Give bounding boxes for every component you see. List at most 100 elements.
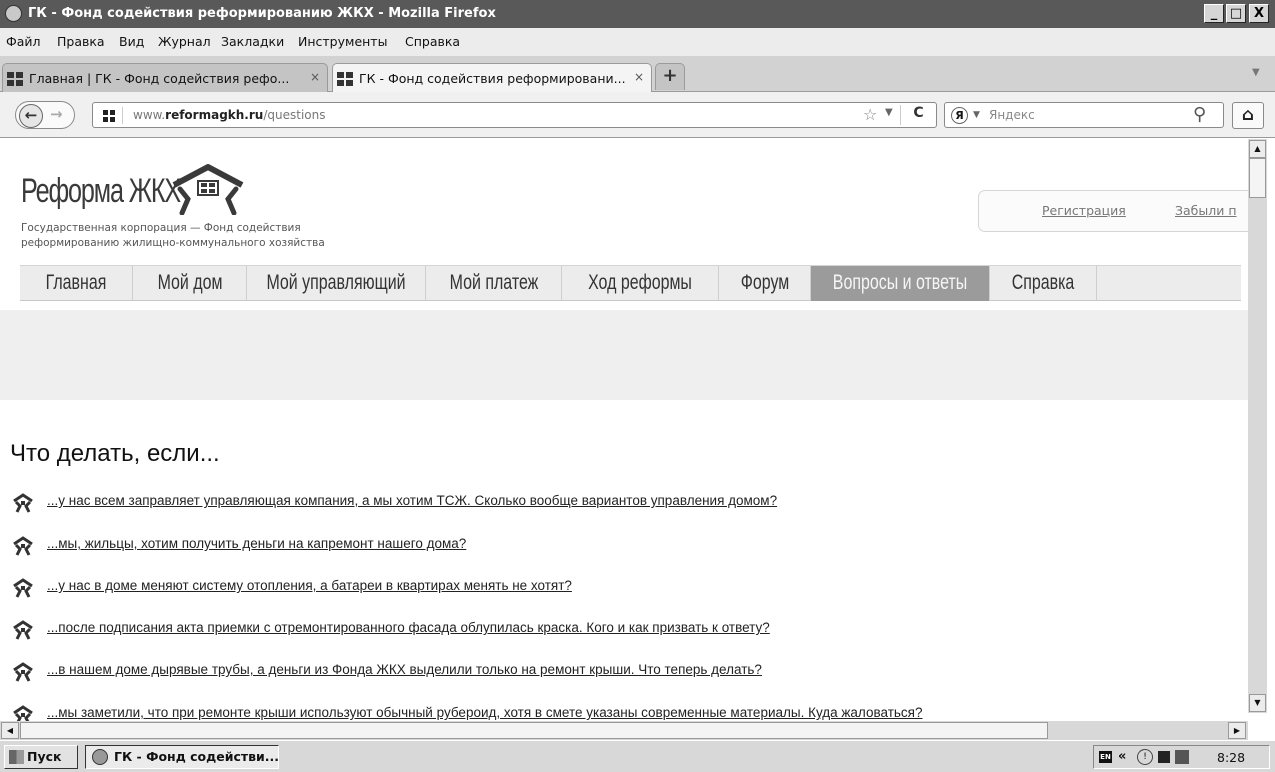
question-item[interactable]: ...после подписания акта приемки с отрем… <box>12 619 1232 641</box>
scroll-left-arrow-icon[interactable]: ◀ <box>1 722 19 739</box>
site-icon <box>7 72 23 86</box>
site-identity-icon[interactable] <box>97 107 123 124</box>
minimize-button[interactable]: _ <box>1204 4 1224 23</box>
security-shield-icon[interactable]: ! <box>1137 749 1153 765</box>
window-titlebar: ГК - Фонд содействия реформированию ЖКХ … <box>0 0 1275 28</box>
menu-help[interactable]: Справка <box>405 34 460 49</box>
url-dropdown-icon[interactable]: ▼ <box>885 107 893 118</box>
site-icon <box>337 72 353 86</box>
question-item[interactable]: ...мы, жильцы, хотим получить деньги на … <box>12 535 1232 557</box>
horizontal-scroll-thumb[interactable] <box>20 722 1048 739</box>
question-item[interactable]: ...мы заметили, что при ремонте крыши ис… <box>12 704 1232 721</box>
auth-box: Регистрация Забыли п <box>978 190 1248 232</box>
menu-bookmarks[interactable]: Закладки <box>221 34 284 49</box>
question-item[interactable]: ...у нас всем заправляет управляющая ком… <box>12 492 1232 514</box>
site-logo-title[interactable]: Реформа ЖКХ <box>21 172 181 211</box>
window-title: ГК - Фонд содействия реформированию ЖКХ … <box>28 6 496 21</box>
start-button[interactable]: Пуск <box>4 745 78 769</box>
page-content: Реформа ЖКХ Государственная корпорация —… <box>0 139 1248 721</box>
close-tab-icon[interactable]: × <box>310 70 320 84</box>
register-link[interactable]: Регистрация <box>1042 203 1126 218</box>
scroll-up-arrow-icon[interactable]: ▲ <box>1249 140 1266 158</box>
nav-item-home[interactable]: Главная <box>20 266 133 301</box>
maximize-button[interactable]: □ <box>1226 4 1246 23</box>
taskbar-window-label: ГК - Фонд содействи... <box>114 749 280 764</box>
menu-history[interactable]: Журнал <box>158 34 211 49</box>
clock: 8:28 <box>1217 750 1246 765</box>
vertical-scroll-thumb[interactable] <box>1249 158 1266 198</box>
logo-house-icon[interactable] <box>168 163 248 215</box>
question-link[interactable]: ...мы заметили, что при ремонте крыши ис… <box>47 705 922 720</box>
vertical-scrollbar[interactable]: ▲ ▼ <box>1248 139 1267 713</box>
start-label: Пуск <box>27 749 62 764</box>
forward-arrow-icon[interactable]: → <box>50 105 63 123</box>
tab-label: Главная | ГК - Фонд содействия рефо... <box>29 71 290 86</box>
question-link[interactable]: ...после подписания акта приемки с отрем… <box>47 620 770 635</box>
question-icon <box>13 493 33 513</box>
logo-subtitle-line-2: реформированию жилищно-коммунального хоз… <box>21 237 325 249</box>
new-tab-button[interactable]: + <box>655 63 685 90</box>
nav-item-questions[interactable]: Вопросы и ответы <box>811 266 990 301</box>
menu-file[interactable]: Файл <box>6 34 41 49</box>
nav-item-forum[interactable]: Форум <box>719 266 811 301</box>
yandex-engine-icon[interactable]: Я <box>951 107 968 124</box>
scroll-right-arrow-icon[interactable]: ▶ <box>1228 722 1246 739</box>
navigation-toolbar: ← → www.reformagkh.ru/questions ☆ ▼ C Я … <box>0 92 1275 138</box>
horizontal-scrollbar[interactable]: ◀ ▶ <box>0 721 1248 740</box>
search-icon[interactable]: ⚲ <box>1193 104 1206 125</box>
banner-area <box>0 310 1248 400</box>
tray-expand-icon[interactable]: « <box>1118 749 1126 764</box>
question-link[interactable]: ...мы, жильцы, хотим получить деньги на … <box>47 536 466 551</box>
menu-bar: Файл Правка Вид Журнал Закладки Инструме… <box>0 28 1275 56</box>
question-link[interactable]: ...у нас всем заправляет управляющая ком… <box>47 493 777 508</box>
main-nav: Главная Мой дом Мой управляющий Мой плат… <box>20 265 1241 301</box>
close-window-button[interactable]: X <box>1249 4 1269 23</box>
question-icon <box>13 620 33 640</box>
nav-item-help[interactable]: Справка <box>990 266 1097 301</box>
logo-subtitle-line-1: Государственная корпорация — Фонд содейс… <box>21 222 301 234</box>
menu-tools[interactable]: Инструменты <box>298 34 387 49</box>
engine-dropdown-icon[interactable]: ▼ <box>973 110 980 120</box>
firefox-icon <box>92 749 108 765</box>
home-icon[interactable]: ⌂ <box>1232 102 1264 129</box>
question-icon <box>13 662 33 682</box>
windows-logo-icon <box>9 750 24 764</box>
nav-item-my-house[interactable]: Мой дом <box>133 266 247 301</box>
url-text[interactable]: www.reformagkh.ru/questions <box>133 108 325 122</box>
tab-list-chevron-icon[interactable]: ▼ <box>1252 67 1260 78</box>
bookmark-star-icon[interactable]: ☆ <box>863 105 877 124</box>
language-indicator[interactable]: EN <box>1099 751 1112 763</box>
firefox-icon <box>5 5 22 22</box>
scroll-down-arrow-icon[interactable]: ▼ <box>1249 694 1266 712</box>
question-link[interactable]: ...у нас в доме меняют систему отопления… <box>47 578 572 593</box>
tray-app-icon[interactable] <box>1158 751 1170 763</box>
search-input[interactable]: Яндекс <box>989 108 1035 122</box>
system-tray: EN « ! 8:28 <box>1093 745 1270 769</box>
menu-edit[interactable]: Правка <box>57 34 105 49</box>
search-bar[interactable]: Я ▼ Яндекс ⚲ <box>944 102 1224 128</box>
question-item[interactable]: ...в нашем доме дырявые трубы, а деньги … <box>12 661 1232 683</box>
tab-label: ГК - Фонд содействия реформировани... <box>359 71 626 86</box>
back-arrow-icon[interactable]: ← <box>19 104 43 128</box>
taskbar: Пуск ГК - Фонд содействи... EN « ! 8:28 <box>0 740 1275 772</box>
forgot-password-link[interactable]: Забыли п <box>1175 203 1237 218</box>
question-link[interactable]: ...в нашем доме дырявые трубы, а деньги … <box>47 662 762 677</box>
nav-item-my-manager[interactable]: Мой управляющий <box>247 266 426 301</box>
faq-heading: Что делать, если... <box>10 440 220 467</box>
question-icon <box>13 705 33 721</box>
question-item[interactable]: ...у нас в доме меняют систему отопления… <box>12 577 1232 599</box>
question-icon <box>13 578 33 598</box>
menu-view[interactable]: Вид <box>119 34 144 49</box>
back-forward-group: ← → <box>15 101 75 129</box>
question-icon <box>13 536 33 556</box>
network-icon[interactable] <box>1175 750 1189 764</box>
tab-home[interactable]: Главная | ГК - Фонд содействия рефо... × <box>2 63 328 92</box>
close-tab-icon[interactable]: × <box>634 70 644 84</box>
tab-questions[interactable]: ГК - Фонд содействия реформировани... × <box>332 63 652 93</box>
nav-item-reform-progress[interactable]: Ход реформы <box>562 266 719 301</box>
nav-item-my-payment[interactable]: Мой платеж <box>426 266 562 301</box>
tab-bar: Главная | ГК - Фонд содействия рефо... ×… <box>0 56 1275 93</box>
taskbar-window-button[interactable]: ГК - Фонд содействи... <box>85 745 279 769</box>
reload-icon[interactable]: C <box>900 105 936 125</box>
url-bar[interactable]: www.reformagkh.ru/questions ☆ ▼ C <box>92 102 937 128</box>
